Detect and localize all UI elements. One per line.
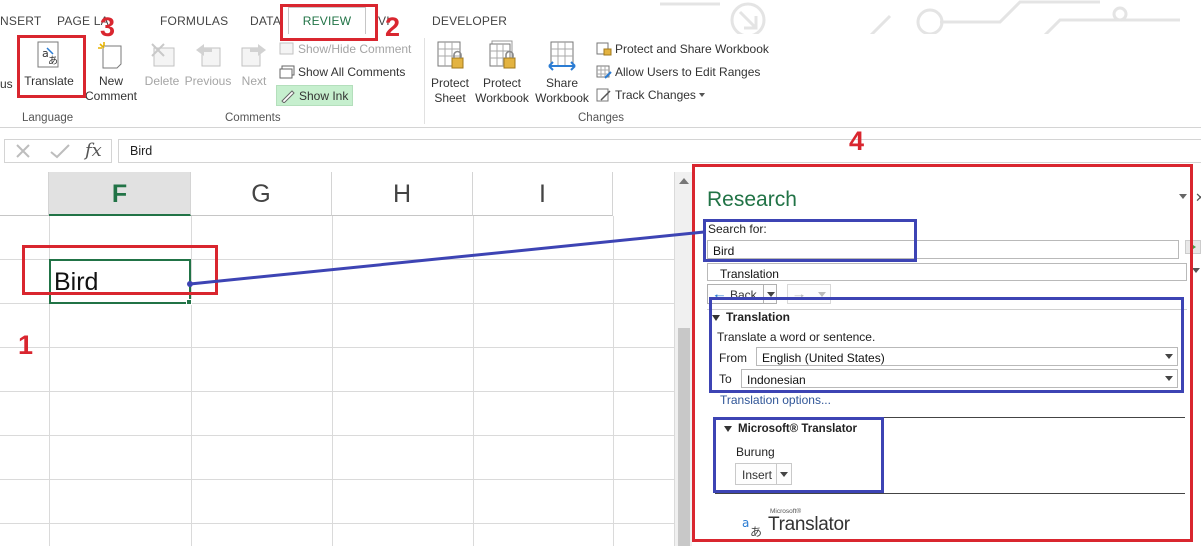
new-comment-label-line2: Comment: [84, 89, 137, 103]
show-all-comments-button[interactable]: Show All Comments: [279, 65, 405, 79]
chevron-down-icon: [698, 93, 705, 97]
partial-button-label[interactable]: us: [0, 77, 13, 92]
new-comment-label-line1: New: [98, 74, 123, 88]
formula-bar: fx Bird: [0, 138, 1201, 164]
allow-users-icon: [596, 65, 612, 79]
next-label: Next: [241, 74, 267, 88]
protect-sheet-button[interactable]: Protect Sheet: [428, 40, 472, 106]
new-comment-button[interactable]: New Comment: [84, 40, 138, 104]
protect-workbook-icon: [489, 40, 516, 69]
annotation-box-languages: [709, 297, 1184, 393]
formula-input[interactable]: Bird: [118, 139, 1201, 163]
group-label-changes: Changes: [578, 112, 625, 124]
annotation-box-cell: [22, 245, 218, 295]
show-hide-comment-icon: [279, 42, 294, 55]
protect-and-share-workbook-button[interactable]: Protect and Share Workbook: [596, 42, 769, 56]
group-label-comments: Comments: [225, 112, 281, 124]
fill-handle[interactable]: [186, 299, 192, 305]
excel-window: NSERT PAGE LA FORMULAS DATA REVIEW VI DE…: [0, 0, 1201, 546]
show-all-comments-icon: [279, 65, 295, 79]
protect-share-icon: [596, 42, 612, 56]
annotation-number-4: 4: [849, 126, 865, 156]
column-header-f[interactable]: F: [49, 172, 191, 216]
next-comment-button[interactable]: Next: [236, 40, 272, 89]
grid-line: [332, 216, 333, 546]
annotation-number-2: 2: [385, 12, 401, 42]
close-icon[interactable]: ✕: [1195, 190, 1201, 206]
protect-sheet-label-line1: Protect: [430, 76, 469, 90]
ink-pen-icon: [281, 89, 295, 103]
annotation-number-1: 1: [18, 330, 34, 360]
allow-users-label: Allow Users to Edit Ranges: [615, 65, 761, 79]
grid-line: [0, 347, 674, 348]
insert-function-icon[interactable]: fx: [85, 140, 102, 161]
show-ink-button[interactable]: Show Ink: [276, 85, 354, 106]
chevron-down-icon[interactable]: [1192, 268, 1200, 273]
scrollbar-thumb[interactable]: [678, 328, 690, 546]
column-header-g[interactable]: G: [191, 172, 332, 216]
group-separator: [424, 38, 425, 124]
annotation-box-review-tab: [280, 4, 378, 41]
group-label-language: Language: [22, 112, 74, 124]
grid-line: [0, 479, 674, 480]
enter-check-icon[interactable]: [50, 144, 70, 159]
column-header-i[interactable]: I: [473, 172, 613, 216]
protect-workbook-button[interactable]: Protect Workbook: [473, 40, 531, 106]
previous-label: Previous: [184, 74, 232, 88]
column-header-h[interactable]: H: [332, 172, 473, 216]
show-hide-comment-button[interactable]: Show/Hide Comment: [279, 42, 411, 56]
vertical-scrollbar[interactable]: [674, 172, 692, 546]
grid-line: [0, 391, 674, 392]
track-changes-button[interactable]: Track Changes: [596, 88, 705, 102]
new-comment-icon: [98, 42, 122, 69]
annotation-box-translate: [17, 35, 86, 98]
annotation-number-3: 3: [100, 12, 116, 42]
grid-line: [0, 435, 674, 436]
tab-developer[interactable]: DEVELOPER: [432, 14, 507, 28]
worksheet-grid: F G H I: [0, 172, 674, 546]
previous-comment-button[interactable]: Previous: [184, 40, 232, 89]
cancel-icon[interactable]: [16, 144, 30, 158]
protect-sheet-label-line2: Sheet: [434, 91, 466, 105]
annotation-box-result: [713, 417, 884, 493]
track-changes-label: Track Changes: [615, 88, 696, 102]
show-hide-comment-label: Show/Hide Comment: [298, 42, 412, 56]
ribbon: us a あ Translate New Comment Delete Prev…: [0, 34, 1201, 128]
delete-comment-icon: [151, 43, 175, 67]
share-workbook-icon: [548, 41, 576, 71]
next-arrow-icon: [241, 44, 266, 67]
show-all-comments-label: Show All Comments: [298, 65, 406, 79]
tab-formulas[interactable]: FORMULAS: [160, 14, 228, 28]
previous-arrow-icon: [196, 44, 221, 67]
annotation-box-search-for: [703, 219, 917, 262]
share-workbook-label-line1: Share: [545, 76, 579, 90]
delete-label: Delete: [144, 74, 180, 88]
allow-users-edit-ranges-button[interactable]: Allow Users to Edit Ranges: [596, 65, 760, 79]
share-workbook-button[interactable]: Share Workbook: [533, 40, 591, 106]
protect-and-share-label: Protect and Share Workbook: [615, 42, 769, 56]
track-changes-icon: [596, 88, 611, 102]
protect-workbook-label-line1: Protect: [482, 76, 521, 90]
row-header-corner: [0, 172, 49, 216]
tab-insert[interactable]: NSERT: [0, 14, 41, 28]
delete-comment-button[interactable]: Delete: [142, 40, 182, 89]
protect-sheet-icon: [437, 41, 464, 69]
grid-line: [613, 216, 614, 546]
formula-bar-tools: fx: [4, 139, 112, 163]
ribbon-tab-bar: NSERT PAGE LA FORMULAS DATA REVIEW VI DE…: [0, 0, 1201, 42]
share-workbook-label-line2: Workbook: [535, 91, 589, 105]
show-ink-label: Show Ink: [299, 88, 349, 103]
scroll-up-icon[interactable]: [679, 178, 689, 184]
grid-line: [0, 523, 674, 524]
tab-data[interactable]: DATA: [250, 14, 281, 28]
protect-workbook-label-line2: Workbook: [475, 91, 529, 105]
grid-line: [473, 216, 474, 546]
